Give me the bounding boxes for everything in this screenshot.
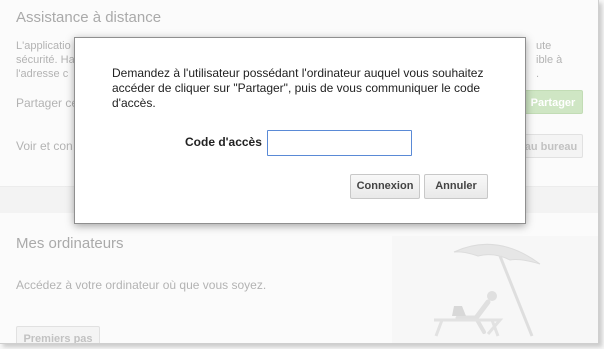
remote-assistance-desc-line-3: l'adresse c xyxy=(16,68,69,80)
cancel-button[interactable]: Annuler xyxy=(424,174,488,199)
dialog-instructions: Demandez à l'utilisateur possédant l'ord… xyxy=(112,66,484,110)
view-and-control-label: Voir et con xyxy=(16,139,73,153)
remote-assistance-desc-right-3: . xyxy=(536,68,540,80)
connect-button[interactable]: Connexion xyxy=(350,174,420,199)
remote-assistance-desc-line-1: L'applicatio xyxy=(16,40,71,52)
share-this-computer-label: Partager ce xyxy=(16,96,79,110)
access-code-dialog: Demandez à l'utilisateur possédant l'ord… xyxy=(74,37,526,224)
remote-assistance-desc-right-1: ute xyxy=(536,40,552,52)
access-code-input[interactable] xyxy=(267,130,412,156)
remote-assistance-desc-right-2: ible à xyxy=(536,54,563,66)
access-desktop-button[interactable]: au bureau xyxy=(519,134,583,158)
getting-started-button[interactable]: Premiers pas xyxy=(16,326,100,343)
access-code-label: Code d'accès xyxy=(185,135,262,149)
my-computers-title: Mes ordinateurs xyxy=(16,235,124,252)
remote-assistance-title: Assistance à distance xyxy=(16,9,162,26)
my-computers-subtitle: Accédez à votre ordinateur où que vous s… xyxy=(16,278,267,292)
share-button[interactable]: Partager xyxy=(523,90,583,114)
remote-assistance-desc-line-2: sécurité. Ha xyxy=(16,54,75,66)
beach-laptop-illustration xyxy=(392,236,598,343)
